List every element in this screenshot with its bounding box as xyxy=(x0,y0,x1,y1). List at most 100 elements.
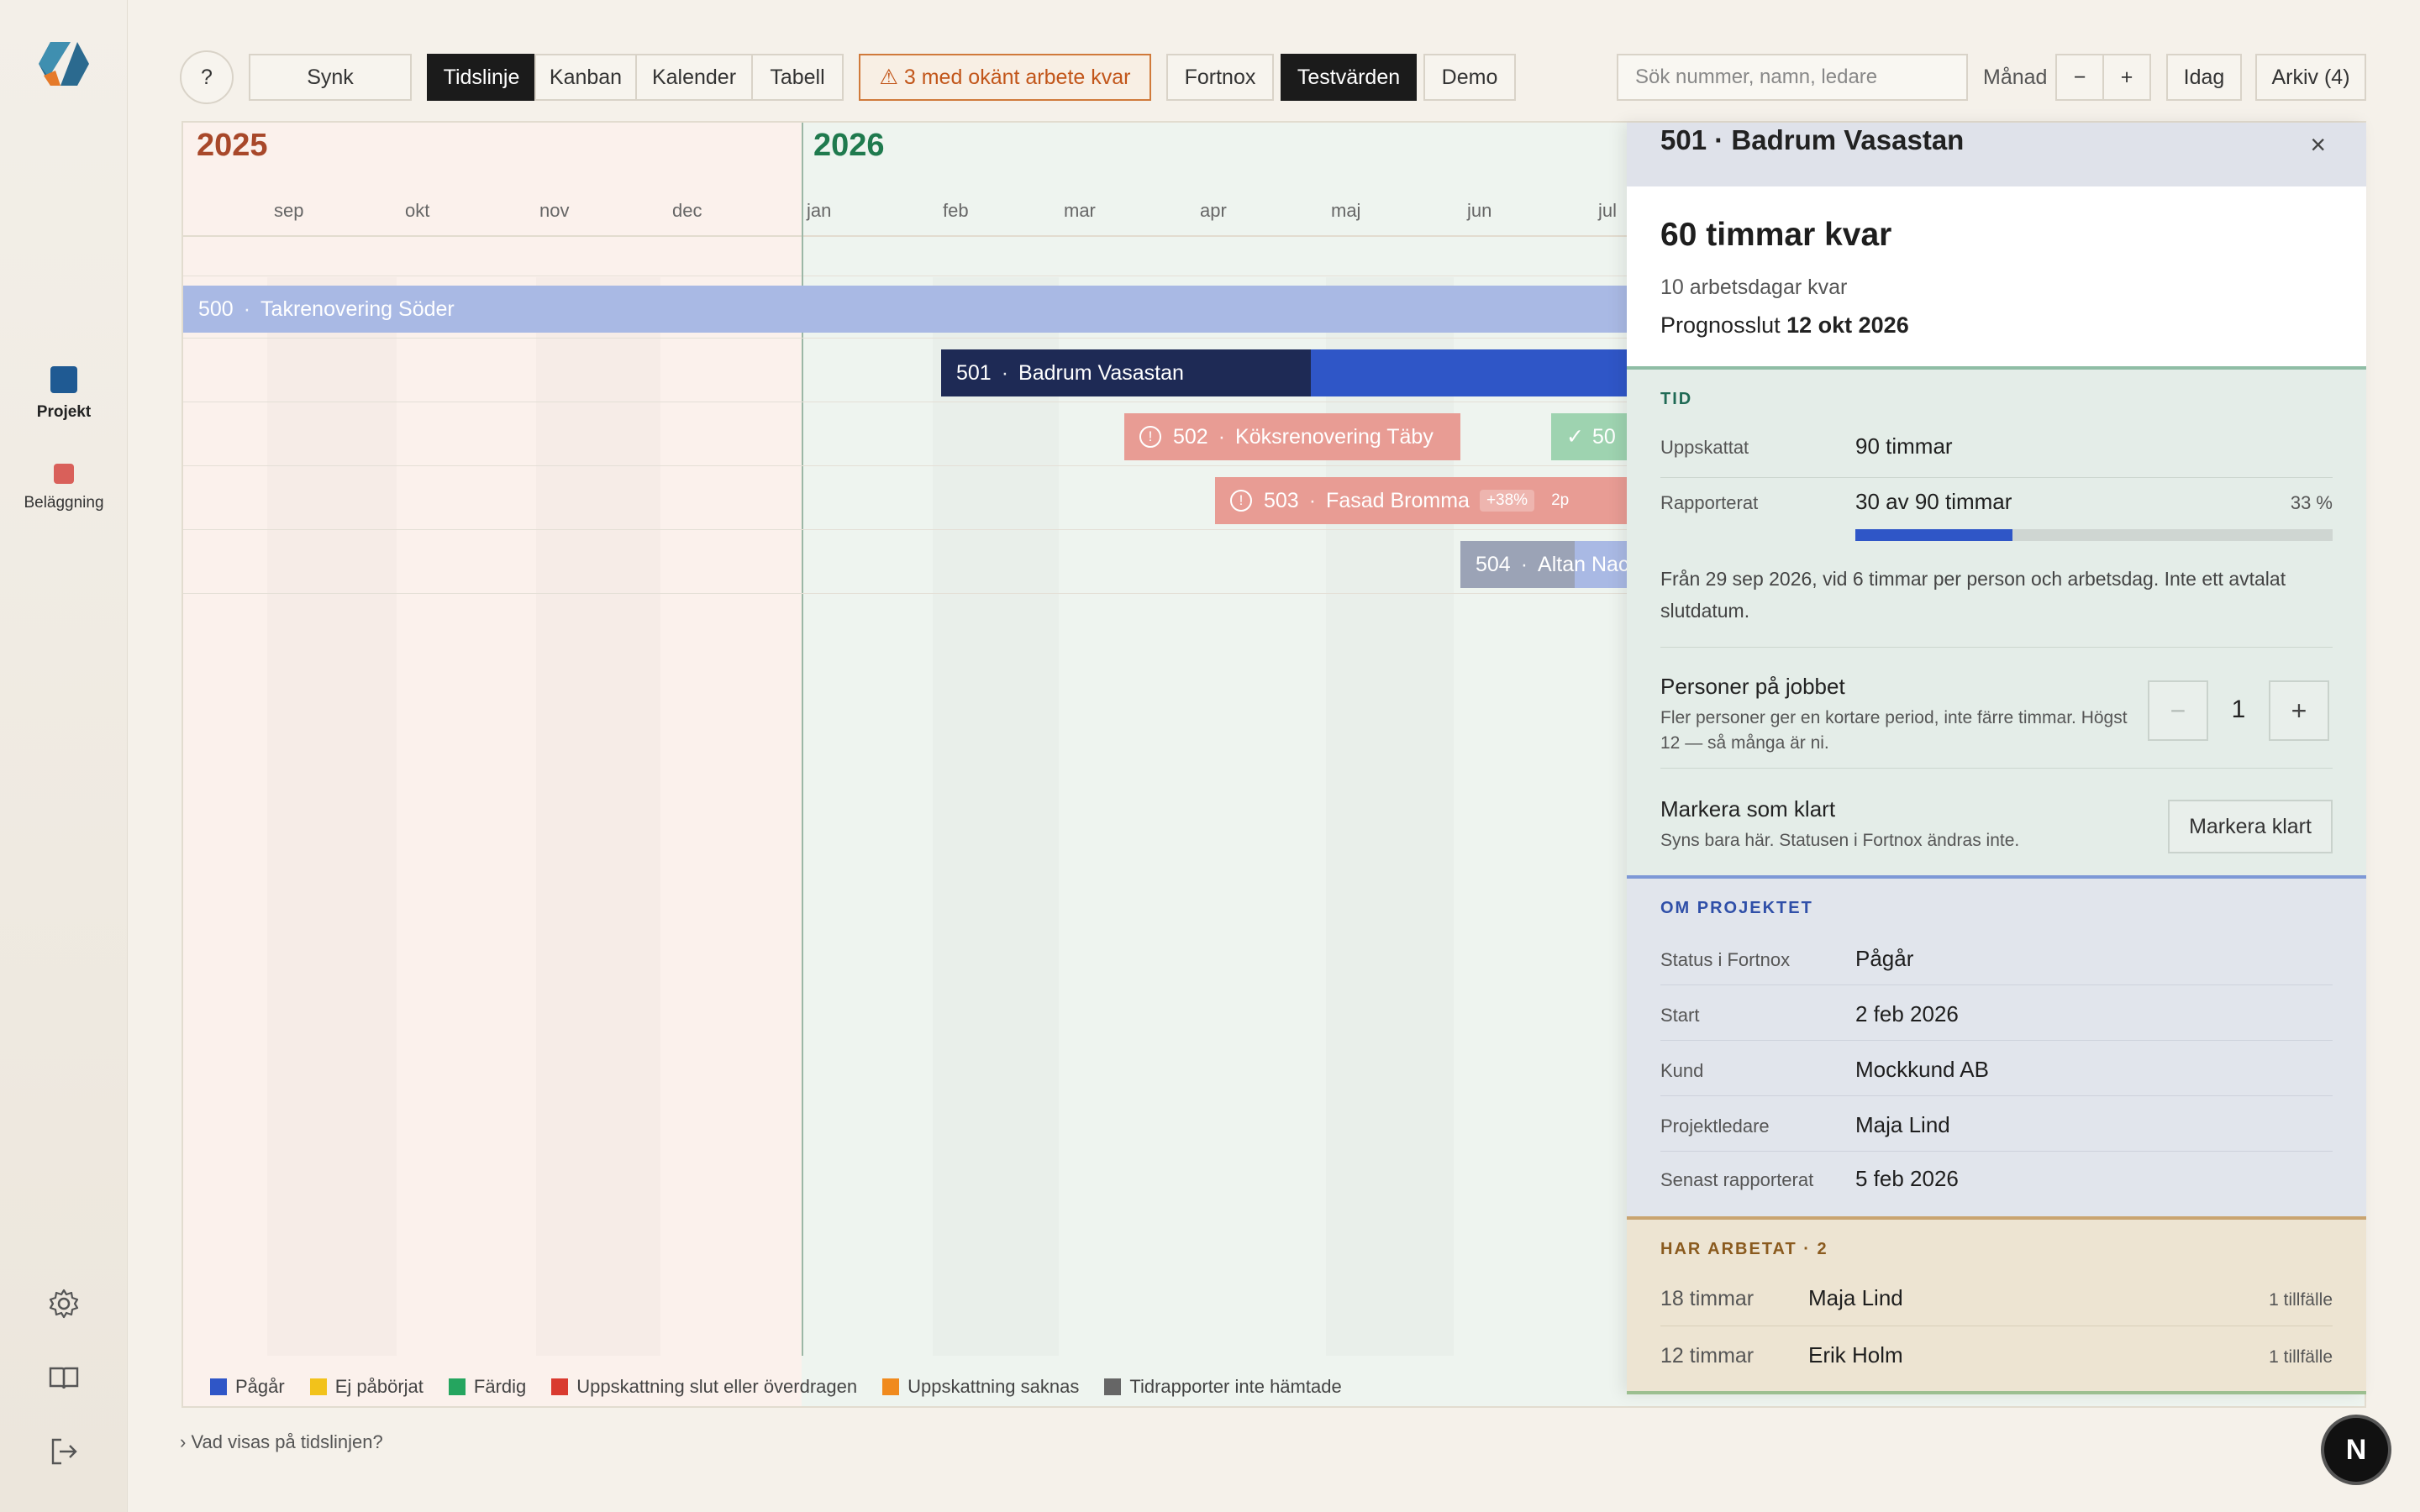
tab-kanban[interactable]: Kanban xyxy=(534,54,637,101)
legend-swatch xyxy=(448,1378,466,1395)
reported-percent: 33 % xyxy=(2290,492,2333,513)
close-icon[interactable]: × xyxy=(2310,129,2326,160)
section-heading: OM PROJEKTET xyxy=(1660,899,1813,917)
mark-done-subtitle: Syns bara här. Statusen i Fortnox ändras… xyxy=(1660,831,2020,850)
project-number: 503 xyxy=(1264,488,1299,512)
panel-header: 501 · Badrum Vasastan × xyxy=(1627,123,2366,186)
people-badge: 2p xyxy=(1551,491,1570,509)
assistant-button[interactable]: N xyxy=(2324,1418,2388,1482)
status-value: Pågår xyxy=(1855,946,1914,971)
app-logo[interactable] xyxy=(37,37,91,91)
forecast-label: Prognosslut xyxy=(1660,312,1781,338)
zoom-in-button[interactable]: + xyxy=(2102,54,2151,101)
row-divider xyxy=(1660,1095,2333,1096)
legend-item: Ej påbörjat xyxy=(309,1376,424,1398)
legend-label: Tidrapporter inte hämtade xyxy=(1129,1376,1342,1397)
today-button[interactable]: Idag xyxy=(2166,54,2242,101)
sync-button[interactable]: Synk xyxy=(249,54,412,101)
worker-occasions: 1 tillfälle xyxy=(2269,1347,2333,1367)
schedule-description: Från 29 sep 2026, vid 6 timmar per perso… xyxy=(1660,568,2286,622)
settings-gear-icon[interactable] xyxy=(47,1287,81,1320)
help-button[interactable]: ? xyxy=(180,50,234,104)
toolbar: ? Synk Tidslinje Kanban Kalender Tabell … xyxy=(180,50,2366,104)
project-name: Altan Nac xyxy=(1538,552,1628,576)
month-label: dec xyxy=(672,200,702,221)
separator-dot: · xyxy=(1520,552,1528,576)
project-bar-502[interactable]: ! 502 · Köksrenovering Täby xyxy=(1124,413,1460,460)
legend-item: Pågår xyxy=(210,1376,285,1398)
legend-swatch xyxy=(309,1378,327,1395)
people-subtitle: Fler personer ger en kortare period, int… xyxy=(1660,708,2128,753)
progress-fill xyxy=(1855,529,2013,541)
mark-done-button[interactable]: Markera klart xyxy=(2168,800,2333,853)
separator-dot: · xyxy=(1001,360,1009,385)
status-label: Status i Fortnox xyxy=(1660,949,1791,970)
occupancy-icon xyxy=(54,464,74,484)
month-label: jan xyxy=(807,200,832,221)
month-label: mar xyxy=(1064,200,1096,221)
section-tid: TID Uppskattat 90 timmar Rapporterat 30 … xyxy=(1627,366,2366,875)
section-heading: HAR ARBETAT · 2 xyxy=(1660,1240,1828,1258)
decrease-people-button[interactable]: − xyxy=(2148,680,2208,741)
last-reported-label: Senast rapporterat xyxy=(1660,1169,1814,1190)
project-bar-done[interactable]: ✓ 50 xyxy=(1551,413,1628,460)
month-label: sep xyxy=(274,200,304,221)
legend-swatch xyxy=(210,1378,227,1395)
legend-item: Uppskattning slut eller överdragen xyxy=(551,1376,857,1398)
zoom-out-button[interactable]: − xyxy=(2055,54,2104,101)
reported-label: Rapporterat xyxy=(1660,492,1759,513)
legend-swatch xyxy=(1104,1378,1122,1395)
forecast: Prognosslut 12 okt 2026 xyxy=(1660,312,1909,339)
row-divider xyxy=(1660,647,2333,648)
legend-swatch xyxy=(551,1378,569,1395)
month-label: jul xyxy=(1598,200,1618,221)
search-input[interactable]: Sök nummer, namn, ledare xyxy=(1617,54,1968,101)
unknown-work-warning-button[interactable]: ⚠ 3 med okänt arbete kvar xyxy=(859,54,1151,101)
month-label: jun xyxy=(1467,200,1492,221)
remaining-days: 10 arbetsdagar kvar xyxy=(1660,276,1848,299)
row-divider xyxy=(1660,1151,2333,1152)
project-bar-500[interactable]: 500 · Takrenovering Söder xyxy=(183,286,1628,333)
archive-button[interactable]: Arkiv (4) xyxy=(2255,54,2366,101)
tab-tabell[interactable]: Tabell xyxy=(751,54,844,101)
customer-value: Mockkund AB xyxy=(1855,1057,1989,1082)
start-value: 2 feb 2026 xyxy=(1855,1001,1959,1026)
logout-icon[interactable] xyxy=(47,1435,81,1468)
testvarden-button[interactable]: Testvärden xyxy=(1281,54,1417,101)
section-om-projektet: OM PROJEKTET Status i Fortnox Pågår Star… xyxy=(1627,875,2366,1216)
demo-button[interactable]: Demo xyxy=(1423,54,1516,101)
tab-kalender[interactable]: Kalender xyxy=(635,54,753,101)
fortnox-button[interactable]: Fortnox xyxy=(1166,54,1274,101)
worker-hours: 18 timmar xyxy=(1660,1287,1754,1310)
project-bar-503[interactable]: ! 503 · Fasad Bromma +38% 2p xyxy=(1215,477,1628,524)
warning-circle-icon: ! xyxy=(1230,490,1252,512)
separator-dot: · xyxy=(1218,424,1226,449)
increase-people-button[interactable]: + xyxy=(2269,680,2329,741)
year-label-2026: 2026 xyxy=(813,128,885,163)
rail-item-projekt[interactable]: Projekt xyxy=(0,366,128,422)
overrun-badge: +38% xyxy=(1479,490,1535,512)
separator-dot: · xyxy=(1308,488,1317,512)
row-divider xyxy=(1660,768,2333,769)
row-divider xyxy=(1660,1040,2333,1041)
year-label-2025: 2025 xyxy=(197,128,268,163)
project-name: Takrenovering Söder xyxy=(260,297,455,321)
rail-item-belaggning[interactable]: Beläggning xyxy=(0,464,128,512)
customer-label: Kund xyxy=(1660,1060,1704,1081)
forecast-value: 12 okt 2026 xyxy=(1786,312,1909,338)
scale-label: Månad xyxy=(1983,66,2048,89)
panel-summary: 60 timmar kvar 10 arbetsdagar kvar Progn… xyxy=(1627,186,2366,366)
mark-done-title: Markera som klart xyxy=(1660,796,1836,822)
month-label: okt xyxy=(405,200,430,221)
legend-label: Färdig xyxy=(473,1376,527,1397)
estimated-label: Uppskattat xyxy=(1660,437,1749,458)
month-shade xyxy=(933,277,1059,1356)
project-bar-501[interactable]: 501 · Badrum Vasastan xyxy=(941,349,1628,396)
book-icon[interactable] xyxy=(47,1361,81,1394)
timeline-help-link[interactable]: › Vad visas på tidslinjen? xyxy=(180,1431,383,1453)
tab-tidslinje[interactable]: Tidslinje xyxy=(427,54,536,101)
project-bar-504[interactable]: 504 · Altan Nac xyxy=(1460,541,1628,588)
month-label: nov xyxy=(539,200,570,221)
estimated-value: 90 timmar xyxy=(1855,433,1953,459)
reported-progress-bar xyxy=(1855,529,2333,541)
